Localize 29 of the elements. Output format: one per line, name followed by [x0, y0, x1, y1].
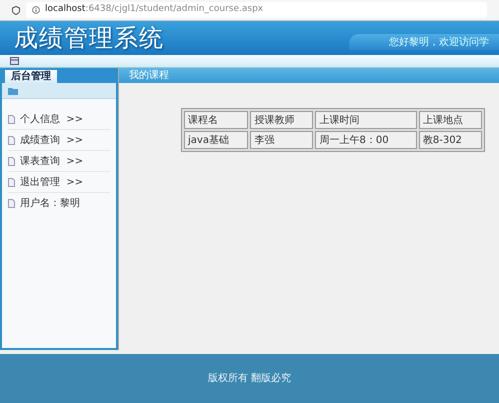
page-icon [8, 136, 15, 144]
info-icon [32, 6, 40, 14]
toolbar-icon [10, 57, 19, 65]
url-text: localhost:6438/cjgl1/student/admin_course.aspx [45, 3, 264, 16]
app-title: 成绩管理系统 [14, 23, 164, 54]
sidebar-item[interactable]: 成绩查询 >> [8, 130, 110, 151]
address-bar[interactable]: localhost:6438/cjgl1/student/admin_course.aspx [26, 2, 487, 18]
sidebar-item[interactable]: 用户名：黎明 [8, 193, 110, 214]
column-header: 上课地点 [418, 111, 482, 129]
table-cell: 李强 [250, 131, 314, 149]
column-header: 上课时间 [315, 111, 417, 129]
folder-icon [8, 86, 18, 94]
table-cell: 周一上午8：00 [315, 131, 417, 149]
footer-text: 版权所有 翻版必究 [208, 372, 292, 386]
panel-title: 我的课程 [119, 68, 499, 83]
sidebar-item[interactable]: 课表查询 >> [8, 151, 110, 172]
sidebar-tab[interactable]: 后台管理 [5, 70, 57, 83]
shield-icon [12, 6, 20, 14]
sidebar-item[interactable]: 个人信息 >> [8, 109, 110, 130]
page-icon [8, 199, 15, 208]
sidebar-item[interactable]: 退出管理 >> [8, 172, 110, 193]
page-icon [8, 178, 15, 186]
column-header: 课程名 [184, 111, 248, 129]
page-icon [8, 114, 15, 124]
table-cell: java基础 [184, 131, 248, 149]
page-icon [8, 156, 15, 166]
welcome-text: 您好黎明，欢迎访问学 [349, 34, 499, 50]
column-header: 授课教师 [250, 111, 314, 129]
table-cell: 教8-302 [418, 131, 482, 149]
